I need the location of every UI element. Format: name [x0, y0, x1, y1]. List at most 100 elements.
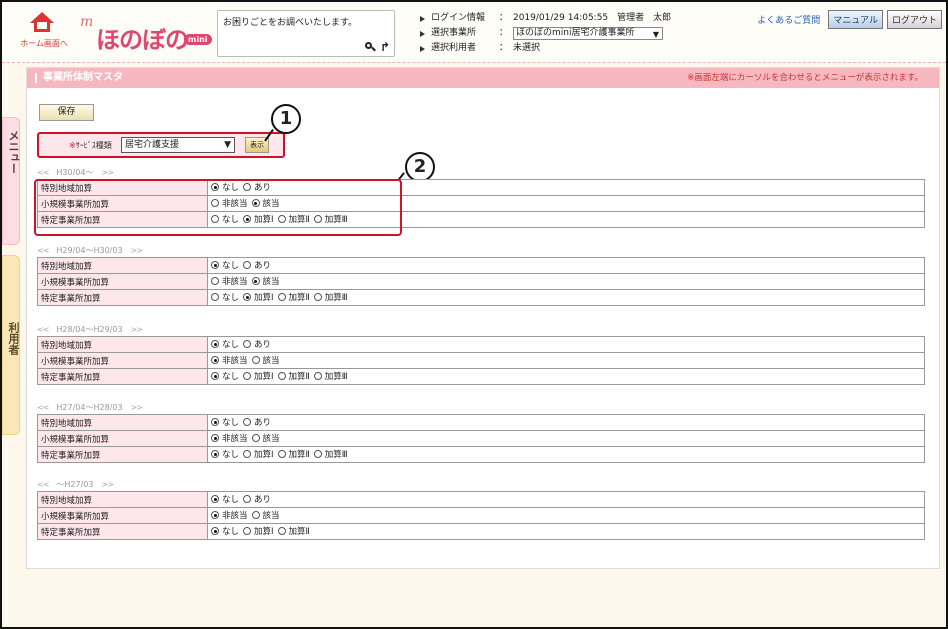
radio-option[interactable]: あり [243, 181, 271, 193]
radio-empty-icon[interactable] [313, 293, 322, 301]
radio-option[interactable]: 加算Ⅰ [243, 213, 274, 225]
radio-option[interactable]: 該当 [251, 275, 280, 287]
side-user-tab[interactable]: 利用者 [2, 255, 20, 435]
radio-option[interactable]: なし [211, 493, 239, 505]
radio-option[interactable]: なし [211, 291, 239, 303]
radio-empty-icon[interactable] [251, 434, 260, 442]
prev-period-link[interactable]: << [37, 480, 49, 489]
radio-selected-icon[interactable] [243, 215, 252, 223]
radio-option[interactable]: 該当 [251, 354, 280, 366]
next-period-link[interactable]: >> [101, 480, 113, 489]
manual-button[interactable]: マニュアル [828, 10, 883, 29]
radio-option[interactable]: なし [211, 416, 239, 428]
radio-empty-icon[interactable] [313, 215, 322, 223]
radio-option[interactable]: 加算Ⅰ [243, 448, 274, 460]
next-period-link[interactable]: >> [131, 403, 143, 412]
radio-option[interactable]: 加算Ⅲ [313, 213, 348, 225]
help-search-input[interactable]: お困りごとをお調べいたします。 [223, 15, 389, 28]
logout-button[interactable]: ログアウト [886, 10, 942, 29]
radio-selected-icon[interactable] [211, 495, 219, 503]
radio-selected-icon[interactable] [211, 450, 219, 458]
save-button[interactable]: 保存 [39, 104, 94, 121]
next-period-link[interactable]: >> [131, 325, 143, 334]
next-period-link[interactable]: >> [131, 246, 143, 255]
prev-period-link[interactable]: << [37, 168, 49, 177]
radio-empty-icon[interactable] [243, 183, 252, 191]
radio-empty-icon[interactable] [243, 450, 252, 458]
radio-option[interactable]: 加算Ⅱ [277, 213, 310, 225]
radio-option[interactable]: なし [211, 181, 239, 193]
radio-option[interactable]: 該当 [251, 197, 280, 209]
radio-empty-icon[interactable] [211, 199, 219, 207]
help-search-box[interactable]: お困りごとをお調べいたします。 ↱ [217, 10, 395, 57]
radio-option[interactable]: 非該当 [211, 197, 248, 209]
radio-option[interactable]: 加算Ⅱ [277, 370, 310, 382]
radio-selected-icon[interactable] [251, 199, 260, 207]
faq-link[interactable]: よくあるご質問 [757, 13, 820, 26]
radio-option[interactable]: あり [243, 416, 271, 428]
radio-option[interactable]: なし [211, 338, 239, 350]
radio-selected-icon[interactable] [211, 183, 219, 191]
radio-empty-icon[interactable] [251, 511, 260, 519]
radio-empty-icon[interactable] [243, 261, 252, 269]
radio-empty-icon[interactable] [211, 277, 219, 285]
radio-selected-icon[interactable] [211, 418, 219, 426]
prev-period-link[interactable]: << [37, 403, 49, 412]
radio-selected-icon[interactable] [211, 261, 219, 269]
radio-option[interactable]: 該当 [251, 432, 280, 444]
radio-empty-icon[interactable] [277, 372, 286, 380]
radio-option[interactable]: 加算Ⅲ [313, 370, 348, 382]
service-type-select[interactable]: 居宅介護支援 ▼ [121, 137, 235, 153]
radio-selected-icon[interactable] [211, 356, 219, 364]
radio-option[interactable]: 非該当 [211, 275, 248, 287]
radio-option[interactable]: 非該当 [211, 354, 248, 366]
radio-option[interactable]: 加算Ⅱ [277, 448, 310, 460]
prev-period-link[interactable]: << [37, 246, 49, 255]
search-icon[interactable] [364, 41, 376, 53]
radio-option[interactable]: 加算Ⅰ [243, 370, 274, 382]
radio-option[interactable]: なし [211, 370, 239, 382]
radio-empty-icon[interactable] [243, 495, 252, 503]
radio-empty-icon[interactable] [243, 527, 252, 535]
radio-option[interactable]: なし [211, 213, 239, 225]
radio-selected-icon[interactable] [211, 511, 219, 519]
radio-option[interactable]: あり [243, 493, 271, 505]
radio-empty-icon[interactable] [211, 215, 219, 223]
next-period-link[interactable]: >> [101, 168, 113, 177]
radio-empty-icon[interactable] [277, 293, 286, 301]
radio-empty-icon[interactable] [251, 356, 260, 364]
radio-empty-icon[interactable] [211, 293, 219, 301]
prev-period-link[interactable]: << [37, 325, 49, 334]
radio-selected-icon[interactable] [211, 372, 219, 380]
radio-option[interactable]: 非該当 [211, 509, 248, 521]
radio-option[interactable]: 加算Ⅰ [243, 291, 274, 303]
radio-option[interactable]: 加算Ⅱ [277, 525, 310, 537]
radio-empty-icon[interactable] [243, 418, 252, 426]
radio-empty-icon[interactable] [243, 340, 252, 348]
radio-empty-icon[interactable] [243, 372, 252, 380]
side-menu-tab[interactable]: メニュー [2, 117, 20, 245]
radio-selected-icon[interactable] [211, 434, 219, 442]
office-select[interactable]: ほのぼのmini居宅介護事業所 ▼ [513, 27, 663, 40]
radio-selected-icon[interactable] [251, 277, 260, 285]
radio-selected-icon[interactable] [243, 293, 252, 301]
radio-option[interactable]: 該当 [251, 509, 280, 521]
forward-arrow-icon[interactable]: ↱ [380, 40, 390, 54]
radio-empty-icon[interactable] [313, 450, 322, 458]
radio-option[interactable]: 加算Ⅰ [243, 525, 274, 537]
radio-empty-icon[interactable] [277, 450, 286, 458]
radio-option[interactable]: なし [211, 525, 239, 537]
radio-option[interactable]: なし [211, 448, 239, 460]
radio-option[interactable]: あり [243, 259, 271, 271]
radio-option[interactable]: 加算Ⅲ [313, 448, 348, 460]
radio-option[interactable]: 非該当 [211, 432, 248, 444]
radio-option[interactable]: なし [211, 259, 239, 271]
radio-empty-icon[interactable] [277, 527, 286, 535]
radio-option[interactable]: 加算Ⅱ [277, 291, 310, 303]
radio-selected-icon[interactable] [211, 527, 219, 535]
radio-option[interactable]: 加算Ⅲ [313, 291, 348, 303]
radio-option[interactable]: あり [243, 338, 271, 350]
radio-selected-icon[interactable] [211, 340, 219, 348]
radio-empty-icon[interactable] [277, 215, 286, 223]
home-button[interactable]: ホーム画面へ [16, 12, 68, 52]
